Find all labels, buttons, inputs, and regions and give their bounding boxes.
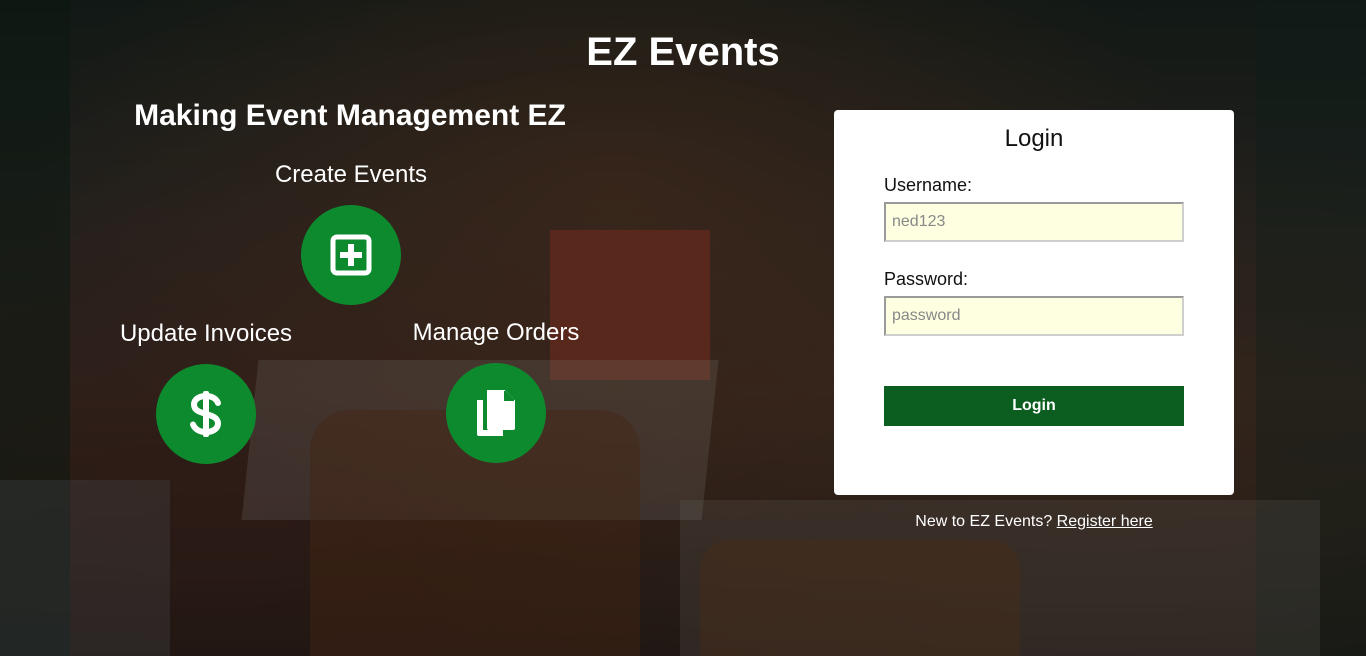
app-title: EZ Events — [586, 30, 780, 74]
register-prompt: New to EZ Events? Register here — [834, 512, 1234, 532]
dollar-icon — [190, 391, 222, 437]
plus-square-icon — [330, 234, 372, 276]
password-label: Password: — [884, 269, 969, 289]
copy-documents-icon — [477, 390, 515, 436]
feature-create-events-circle — [301, 205, 401, 305]
feature-create-events-label: Create Events — [274, 161, 428, 188]
feature-manage-orders-circle — [446, 363, 546, 463]
login-button[interactable]: Login — [884, 386, 1184, 426]
login-card: Login Username: Password: Login — [834, 110, 1234, 495]
username-input[interactable] — [884, 202, 1184, 242]
username-label: Username: — [884, 175, 973, 195]
feature-manage-orders-label: Manage Orders — [412, 319, 580, 346]
login-title: Login — [1004, 125, 1064, 152]
feature-create-events: Create Events — [251, 161, 451, 305]
tagline: Making Event Management EZ — [134, 99, 566, 132]
feature-update-invoices-circle — [156, 364, 256, 464]
register-prompt-text: New to EZ Events? — [915, 513, 1057, 530]
password-input[interactable] — [884, 296, 1184, 336]
feature-update-invoices-label: Update Invoices — [119, 320, 293, 347]
feature-manage-orders: Manage Orders — [396, 319, 596, 463]
register-link[interactable]: Register here — [1057, 513, 1153, 530]
feature-update-invoices: Update Invoices — [106, 320, 306, 464]
